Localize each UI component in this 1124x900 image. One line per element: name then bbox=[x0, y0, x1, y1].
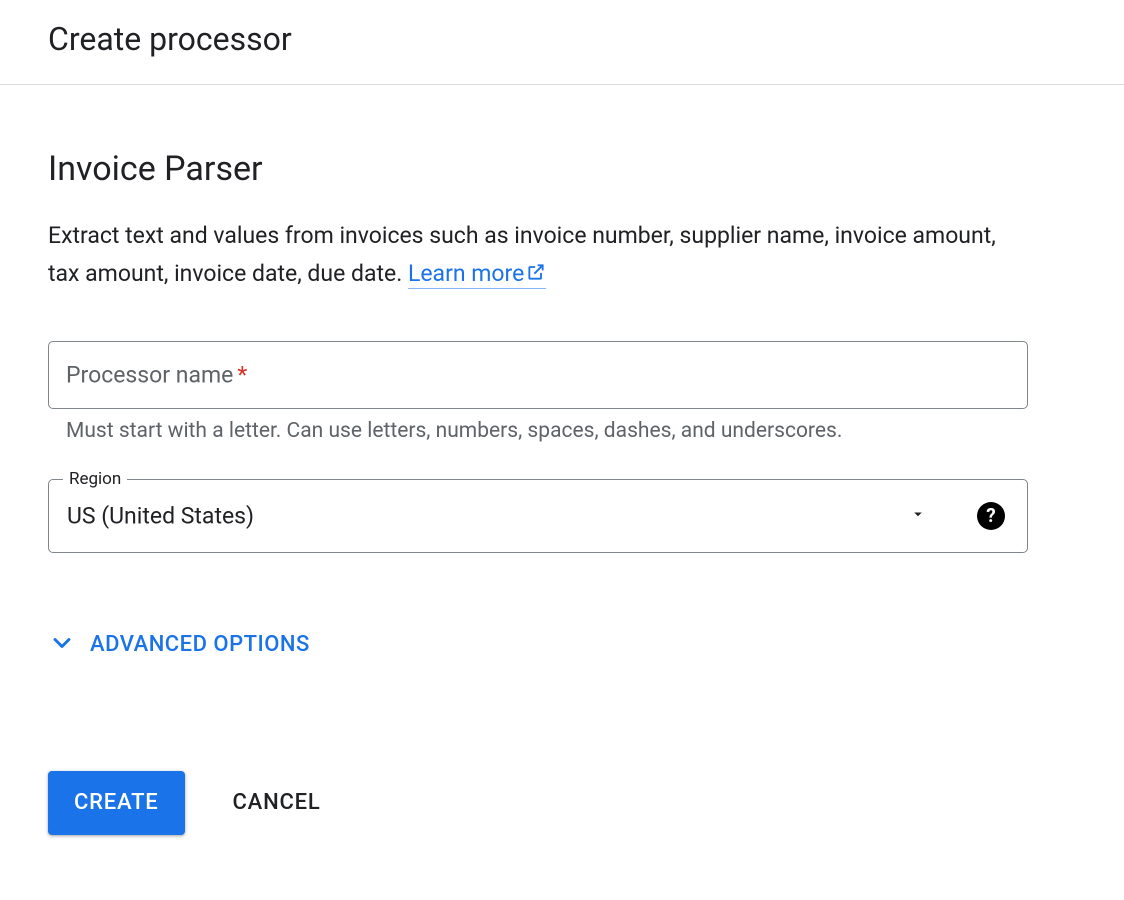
advanced-options-toggle[interactable]: ADVANCED OPTIONS bbox=[48, 629, 1028, 661]
action-buttons: CREATE CANCEL bbox=[48, 771, 1028, 835]
advanced-options-label: ADVANCED OPTIONS bbox=[90, 632, 310, 657]
processor-name-helper: Must start with a letter. Can use letter… bbox=[66, 419, 1028, 443]
region-value: US (United States) bbox=[67, 502, 254, 529]
main-content: Invoice Parser Extract text and values f… bbox=[0, 85, 1076, 875]
chevron-down-icon bbox=[48, 629, 76, 661]
processor-name-input[interactable] bbox=[48, 341, 1028, 409]
external-link-icon bbox=[526, 256, 546, 294]
region-label: Region bbox=[63, 469, 127, 489]
region-select[interactable]: Region US (United States) ? bbox=[48, 479, 1028, 553]
cancel-button[interactable]: CANCEL bbox=[233, 790, 321, 815]
learn-more-link[interactable]: Learn more bbox=[408, 260, 546, 289]
dropdown-arrow-icon bbox=[909, 505, 927, 527]
help-icon[interactable]: ? bbox=[977, 502, 1005, 530]
page-title: Create processor bbox=[48, 20, 1076, 58]
page-header: Create processor bbox=[0, 0, 1124, 85]
section-title: Invoice Parser bbox=[48, 149, 1028, 189]
learn-more-label: Learn more bbox=[408, 260, 524, 287]
processor-name-field-wrap: Processor name* Must start with a letter… bbox=[48, 341, 1028, 443]
section-description: Extract text and values from invoices su… bbox=[48, 217, 1028, 293]
processor-name-field: Processor name* bbox=[48, 341, 1028, 409]
create-button[interactable]: CREATE bbox=[48, 771, 185, 835]
